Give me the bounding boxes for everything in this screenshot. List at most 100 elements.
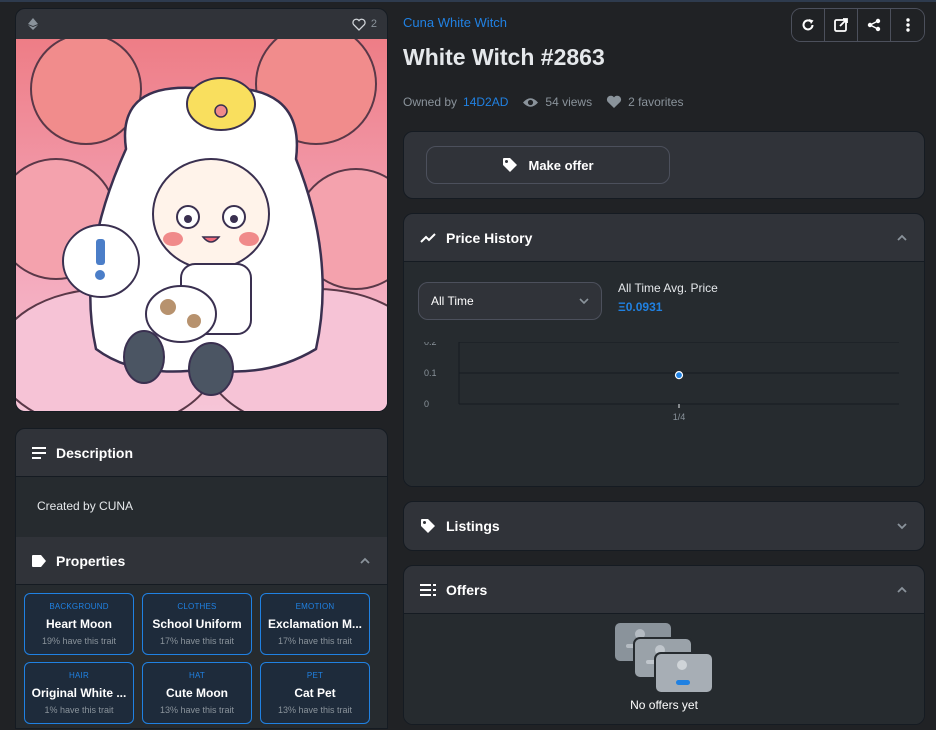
- properties-header[interactable]: Properties: [16, 537, 387, 585]
- top-border: [0, 0, 936, 2]
- ethereum-icon: [28, 18, 38, 30]
- chart-point: [674, 371, 684, 380]
- avg-price-label: All Time Avg. Price: [618, 281, 718, 295]
- views-count: 54 views: [545, 95, 593, 109]
- properties-grid: BACKGROUND Heart Moon 19% have this trai…: [16, 585, 387, 728]
- trait-rarity: 13% have this trait: [159, 705, 235, 715]
- trait-type: PET: [306, 671, 324, 680]
- favorite-button[interactable]: 2: [352, 18, 377, 31]
- trend-icon: [420, 232, 436, 243]
- make-offer-button[interactable]: Make offer: [426, 146, 670, 184]
- trait-rarity: 1% have this trait: [44, 705, 114, 715]
- trait-card[interactable]: BACKGROUND Heart Moon 19% have this trai…: [24, 593, 134, 655]
- label-icon: [32, 554, 46, 567]
- price-history-card: Price History All Time All Time Avg. Pri…: [403, 213, 925, 487]
- share-button[interactable]: [858, 9, 891, 41]
- price-history-body: All Time All Time Avg. Price Ξ0.0931 0.2…: [404, 262, 924, 486]
- list-icon: [420, 583, 436, 596]
- heart-icon: [352, 18, 366, 31]
- left-column: 2 Description Created by CUNA Properties…: [15, 8, 388, 729]
- favorites-info[interactable]: 2 favorites: [606, 95, 683, 109]
- favorite-count: 2: [370, 18, 377, 30]
- trait-value: Exclamation M...: [267, 617, 363, 631]
- no-offers-text: No offers yet: [630, 698, 698, 712]
- tag-icon: [421, 519, 435, 533]
- offers-card: Offers No offers yet: [403, 565, 925, 725]
- tag-icon: [503, 158, 518, 172]
- trait-type: CLOTHES: [177, 602, 217, 611]
- chevron-up-icon[interactable]: [359, 557, 371, 565]
- offers-heading: Offers: [446, 581, 488, 598]
- open-external-button[interactable]: [825, 9, 858, 41]
- owner-link[interactable]: 14D2AD: [463, 95, 508, 109]
- price-history-heading: Price History: [446, 229, 533, 246]
- chart-y-tick-label: 0.2: [424, 342, 437, 347]
- trait-card[interactable]: EMOTION Exclamation M... 17% have this t…: [260, 593, 370, 655]
- time-range-select[interactable]: All Time: [418, 282, 602, 320]
- share-icon: [867, 18, 881, 32]
- trait-card[interactable]: HAIR Original White ... 1% have this tra…: [24, 662, 134, 724]
- trait-card[interactable]: PET Cat Pet 13% have this trait: [260, 662, 370, 724]
- chevron-up-icon[interactable]: [896, 234, 908, 242]
- owned-by-label: Owned by: [403, 95, 458, 109]
- trait-card[interactable]: CLOTHES School Uniform 17% have this tra…: [142, 593, 252, 655]
- more-vertical-icon: [905, 18, 910, 32]
- make-offer-label: Make offer: [528, 157, 594, 173]
- trait-value: Cute Moon: [166, 686, 228, 700]
- more-options-button[interactable]: [891, 9, 924, 41]
- right-column: Cuna White Witch White Witch #2863 Owned…: [403, 8, 925, 725]
- chart-x-tick-label: 1/4: [673, 412, 686, 422]
- listings-card: Listings: [403, 501, 925, 551]
- trait-type: EMOTION: [295, 602, 335, 611]
- external-link-icon: [834, 18, 848, 32]
- eye-icon: [523, 97, 539, 107]
- nft-artwork[interactable]: [16, 39, 388, 412]
- trait-value: Cat Pet: [294, 686, 336, 700]
- chevron-down-icon: [579, 298, 589, 304]
- refresh-button[interactable]: [792, 9, 825, 41]
- media-header: 2: [16, 9, 387, 39]
- trait-type: BACKGROUND: [49, 602, 109, 611]
- offers-header[interactable]: Offers: [404, 566, 924, 614]
- listings-heading: Listings: [446, 518, 500, 534]
- nft-title: White Witch #2863: [403, 44, 605, 70]
- trait-rarity: 17% have this trait: [277, 636, 353, 646]
- description-text: Created by CUNA: [37, 499, 134, 513]
- avg-price-value: Ξ0.0931: [618, 300, 663, 314]
- trait-rarity: 17% have this trait: [159, 636, 235, 646]
- trait-rarity: 19% have this trait: [41, 636, 117, 646]
- description-header[interactable]: Description: [16, 429, 387, 477]
- trait-card[interactable]: HAT Cute Moon 13% have this trait: [142, 662, 252, 724]
- favorites-count: 2 favorites: [628, 95, 684, 109]
- action-toolbar: [791, 8, 925, 42]
- chart-y-tick-label: 0.1: [424, 368, 437, 378]
- offers-body: No offers yet: [404, 614, 924, 724]
- trait-value: Original White ...: [31, 686, 127, 700]
- description-card: Description Created by CUNA Properties B…: [15, 428, 388, 729]
- chart-y-ticks: 0.2 0.1 0: [424, 342, 437, 409]
- offer-card: Make offer: [403, 131, 925, 199]
- refresh-icon: [802, 19, 814, 31]
- empty-offers-icon: [613, 621, 714, 694]
- trait-rarity: 13% have this trait: [277, 705, 353, 715]
- chart-y-tick-label: 0: [424, 399, 429, 409]
- listings-header[interactable]: Listings: [404, 502, 924, 550]
- heart-filled-icon: [606, 95, 622, 108]
- chevron-down-icon[interactable]: [896, 522, 908, 530]
- description-body: Created by CUNA: [16, 477, 387, 537]
- owner-info: Owned by 14D2AD: [403, 95, 508, 109]
- chart-points: [674, 371, 684, 380]
- avg-price: All Time Avg. Price Ξ0.0931: [618, 281, 718, 314]
- trait-value: Heart Moon: [46, 617, 112, 631]
- price-history-chart: 0.2 0.1 0 1/4: [424, 342, 899, 422]
- properties-heading: Properties: [56, 552, 126, 569]
- list-lines-icon: [32, 446, 46, 459]
- chevron-up-icon[interactable]: [896, 586, 908, 594]
- trait-type: HAIR: [69, 671, 89, 680]
- time-range-value: All Time: [431, 294, 474, 308]
- trait-value: School Uniform: [152, 617, 242, 631]
- price-history-header[interactable]: Price History: [404, 214, 924, 262]
- views-info: 54 views: [522, 95, 592, 109]
- chart-x-ticks: 1/4: [673, 404, 686, 422]
- trait-type: HAT: [188, 671, 205, 680]
